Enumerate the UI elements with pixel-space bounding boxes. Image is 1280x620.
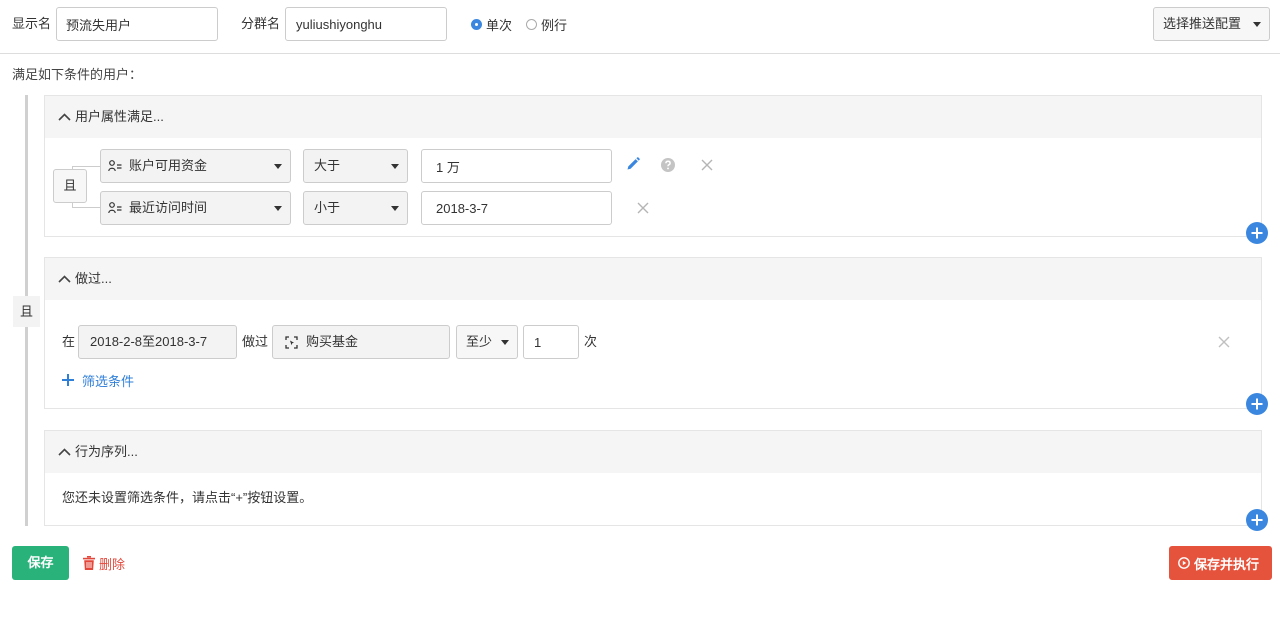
push-config-label: 选择推送配置: [1163, 16, 1242, 31]
add-filter-link[interactable]: 筛选条件: [62, 370, 134, 390]
radio-routine-label: 例行: [541, 17, 568, 33]
close-icon[interactable]: [701, 159, 713, 171]
user-attribute-icon: [108, 202, 122, 214]
radio-once-dot[interactable]: [471, 18, 482, 30]
user-attribute-section-header[interactable]: 用户属性满足...: [45, 96, 1261, 138]
section-title: 做过...: [75, 271, 112, 286]
display-name-input[interactable]: [56, 7, 218, 41]
attribute-logic-toggle[interactable]: 且: [53, 169, 87, 203]
user-attribute-section: 用户属性满足... 且 账户可用资金 大于 最近访问时间 小于: [44, 95, 1262, 237]
date-range-picker[interactable]: 2018-2-8至2018-3-7: [78, 325, 237, 359]
radio-routine-dot[interactable]: [526, 18, 538, 30]
save-and-execute-button[interactable]: 保存并执行: [1169, 546, 1272, 580]
header-divider: [0, 53, 1280, 54]
push-config-dropdown[interactable]: 选择推送配置: [1153, 7, 1270, 41]
add-event-plus-circle-icon[interactable]: [1246, 393, 1268, 415]
chevron-up-icon[interactable]: [58, 275, 71, 283]
outer-logic-toggle[interactable]: 且: [13, 296, 40, 327]
did-event-section-header[interactable]: 做过...: [45, 258, 1261, 300]
chevron-down-icon: [391, 206, 399, 211]
operator-label: 小于: [314, 200, 341, 215]
property-label: 最近访问时间: [129, 200, 208, 215]
property-label: 账户可用资金: [129, 158, 208, 173]
help-icon[interactable]: [661, 158, 675, 172]
delete-label: 删除: [99, 556, 126, 572]
chevron-down-icon: [274, 206, 282, 211]
save-and-execute-label: 保存并执行: [1194, 556, 1260, 572]
radio-once[interactable]: 单次: [471, 15, 512, 34]
chevron-down-icon: [391, 164, 399, 169]
value-input[interactable]: [421, 191, 612, 225]
chevron-up-icon[interactable]: [58, 448, 71, 456]
operator-select[interactable]: 大于: [303, 149, 408, 183]
chevron-up-icon[interactable]: [58, 113, 71, 121]
radio-once-label: 单次: [486, 17, 513, 33]
group-name-input[interactable]: [285, 7, 447, 41]
add-condition-plus-circle-icon[interactable]: [1246, 222, 1268, 244]
quantifier-select[interactable]: 至少: [456, 325, 518, 359]
chevron-down-icon: [501, 340, 509, 345]
chevron-down-icon: [1253, 22, 1261, 27]
play-circle-icon: [1178, 557, 1190, 569]
operator-label: 大于: [314, 158, 341, 173]
event-label: 购买基金: [306, 334, 359, 349]
date-prefix-label: 在: [62, 334, 76, 349]
conditions-intro: 满足如下条件的用户：: [12, 67, 143, 82]
empty-state-text: 您还未设置筛选条件，请点击“+”按钮设置。: [62, 490, 313, 505]
count-input[interactable]: [523, 325, 579, 359]
add-sequence-plus-circle-icon[interactable]: [1246, 509, 1268, 531]
operator-select[interactable]: 小于: [303, 191, 408, 225]
chevron-down-icon: [274, 164, 282, 169]
event-icon: [285, 336, 298, 349]
trash-icon: [83, 556, 95, 570]
delete-button[interactable]: 删除: [83, 554, 125, 572]
date-range-value: 2018-2-8至2018-3-7: [90, 334, 208, 349]
quantifier-label: 至少: [466, 334, 493, 349]
section-title: 用户属性满足...: [75, 109, 164, 124]
property-select[interactable]: 最近访问时间: [100, 191, 291, 225]
group-name-label: 分群名: [241, 16, 281, 31]
run-mode-radio-group: 单次 例行: [471, 7, 581, 41]
did-label: 做过: [242, 334, 269, 349]
section-title: 行为序列...: [75, 444, 138, 459]
plus-icon: [62, 374, 74, 386]
value-input[interactable]: [421, 149, 612, 183]
behavior-sequence-section-header[interactable]: 行为序列...: [45, 431, 1261, 473]
add-filter-label: 筛选条件: [82, 373, 135, 389]
property-select[interactable]: 账户可用资金: [100, 149, 291, 183]
close-icon[interactable]: [1218, 336, 1230, 348]
display-name-label: 显示名: [12, 16, 52, 31]
close-icon[interactable]: [637, 202, 649, 214]
user-attribute-icon: [108, 160, 122, 172]
event-select[interactable]: 购买基金: [272, 325, 450, 359]
radio-routine[interactable]: 例行: [526, 15, 567, 34]
save-button[interactable]: 保存: [12, 546, 69, 580]
behavior-sequence-section: 行为序列... 您还未设置筛选条件，请点击“+”按钮设置。: [44, 430, 1262, 526]
did-event-section: 做过... 在 2018-2-8至2018-3-7 做过 购买基金 至少 次 筛…: [44, 257, 1262, 409]
edit-icon[interactable]: [626, 157, 640, 171]
count-unit-label: 次: [584, 334, 598, 349]
